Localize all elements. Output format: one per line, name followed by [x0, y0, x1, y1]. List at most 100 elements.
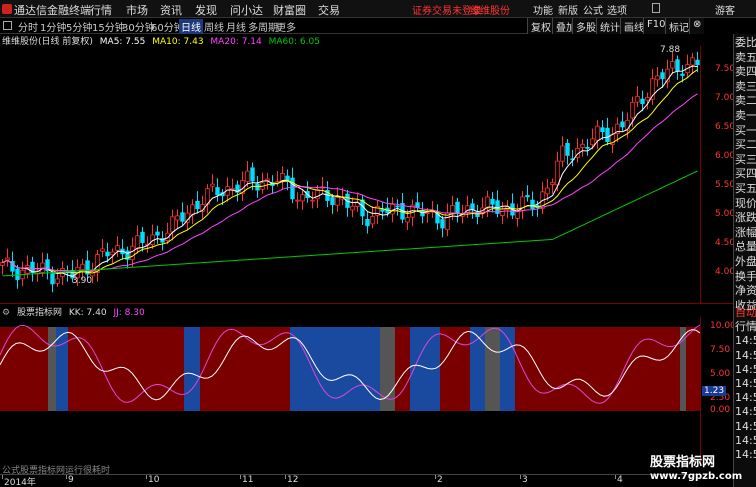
candle-body: [660, 72, 665, 80]
high-annotation: 7.88: [660, 45, 681, 55]
period-button-6[interactable]: 日线: [179, 19, 203, 34]
guest-user[interactable]: 游客: [715, 2, 735, 17]
tick-list-item: 14:59: [735, 405, 756, 419]
candle-body: [0, 262, 5, 266]
tick-list-item: 14:59: [735, 348, 756, 362]
candle-body: [690, 57, 695, 66]
candle-body: [500, 208, 505, 216]
tool-multi-stock-button[interactable]: 多股: [572, 18, 599, 34]
panel-toggle-icon[interactable]: [3, 21, 12, 30]
time-tick: [240, 475, 241, 479]
candle-body: [670, 61, 675, 69]
tick-list-item: 14:59: [735, 448, 756, 461]
quote-field-label: 买三: [735, 152, 756, 166]
menu-function[interactable]: 功能: [533, 2, 553, 17]
indicator-band: [410, 327, 440, 411]
candle-body: [695, 59, 700, 66]
candle-body: [560, 145, 565, 162]
candle-body: [600, 127, 605, 133]
candle-body: [440, 219, 445, 229]
candle-body: [315, 189, 320, 200]
candle-body: [215, 187, 220, 196]
candle-body: [390, 203, 395, 215]
time-tick-label: 2014年: [4, 478, 36, 487]
candle-body: [640, 98, 645, 104]
candle-body: [550, 181, 555, 185]
time-tick: [520, 475, 521, 479]
indicator-band: [48, 327, 56, 411]
candle-body: [630, 102, 635, 119]
menu-item-discover[interactable]: 发现: [195, 2, 217, 18]
candle-body: [395, 205, 400, 208]
candle-body: [425, 212, 430, 215]
indicator-chart[interactable]: [0, 317, 733, 463]
candle-body: [190, 204, 195, 216]
app-logo-icon: [2, 4, 12, 14]
indicator-band: [56, 327, 68, 411]
quote-field-label: 卖四: [735, 65, 756, 79]
candle-body: [180, 212, 185, 222]
time-tick: [435, 475, 436, 479]
time-tick-label: 9: [68, 475, 74, 485]
tool-stats-button[interactable]: 统计: [596, 18, 623, 34]
ma5-line: [2, 65, 698, 277]
period-button-10[interactable]: 更多: [274, 19, 298, 34]
candle-body: [245, 170, 250, 183]
candle-body: [580, 143, 585, 148]
candle-body: [585, 146, 590, 149]
indicator-info-bar: ⚙ 股票指标网 KK: 7.40 JJ: 8.30: [0, 305, 700, 318]
tick-list-item: 14:59: [735, 377, 756, 390]
indicator-band: [686, 327, 700, 411]
candle-body: [635, 95, 640, 103]
minimize-icon[interactable]: [652, 3, 660, 13]
candle-body: [110, 251, 115, 256]
quote-field-label: 涨跌: [735, 211, 756, 225]
menu-formula[interactable]: 公式: [583, 2, 603, 17]
tick-list-item: 14:59: [735, 362, 756, 376]
indicator-band: [200, 327, 220, 411]
quote-field-label: 净资: [735, 284, 756, 298]
menu-options[interactable]: 选项: [607, 2, 627, 17]
candle-body: [330, 197, 335, 205]
time-tick: [146, 475, 147, 479]
candle-body: [620, 121, 625, 128]
quote-field-label: 涨幅: [735, 225, 756, 239]
tool-adjust-button[interactable]: 复权: [527, 18, 554, 34]
watermark-url: www.7gpzb.com: [650, 471, 743, 482]
quote-side-panel: 委比 卖五 卖四 卖三 卖二 卖一 买一 买二 买三 买四 买五 现价 涨跌 涨幅 总量 外盘 换手 净资 收益 自动…: [733, 34, 756, 487]
quote-field-label: 现价: [735, 196, 756, 210]
candle-body: [490, 198, 495, 205]
menu-item-ask[interactable]: 问小达: [230, 2, 263, 18]
candle-body: [130, 245, 135, 261]
band-group: [0, 327, 700, 411]
menu-item-trade[interactable]: 交易: [318, 2, 340, 18]
candle-body: [295, 199, 300, 202]
tool-mark-button[interactable]: 标记: [665, 18, 692, 34]
candle-body: [135, 235, 140, 249]
candle-body: [485, 196, 490, 209]
quote-field-label: 卖一: [735, 109, 756, 122]
tick-list-item: 14:59: [735, 391, 756, 405]
period-button-7[interactable]: 周线: [202, 19, 226, 34]
time-tick-label: 4: [617, 475, 623, 485]
indicator-band: [184, 327, 200, 411]
candle-body: [555, 160, 560, 186]
period-button-0[interactable]: 分时: [16, 19, 40, 34]
period-button-8[interactable]: 月线: [224, 19, 248, 34]
kline-chart[interactable]: [0, 46, 733, 304]
tick-list-item: 自动: [735, 306, 756, 319]
quote-field-label: 买五: [735, 182, 756, 195]
tick-list-item: 14:59: [735, 433, 756, 447]
tool-close-icon[interactable]: ⊗: [689, 18, 705, 34]
menu-item-wealth[interactable]: 财富圈: [273, 2, 306, 18]
candle-body: [80, 263, 85, 271]
menu-item-quotes[interactable]: 行情: [90, 2, 112, 18]
menu-new-version[interactable]: 新版: [558, 2, 578, 17]
menu-item-news[interactable]: 资讯: [160, 2, 182, 18]
candle-body: [175, 215, 180, 221]
candle-body: [530, 199, 535, 210]
menu-item-market[interactable]: 市场: [126, 2, 148, 18]
ma20-line: [2, 93, 698, 272]
formula-status-text: 公式股票指标网运行很耗时: [2, 466, 111, 476]
candle-body: [310, 199, 315, 202]
